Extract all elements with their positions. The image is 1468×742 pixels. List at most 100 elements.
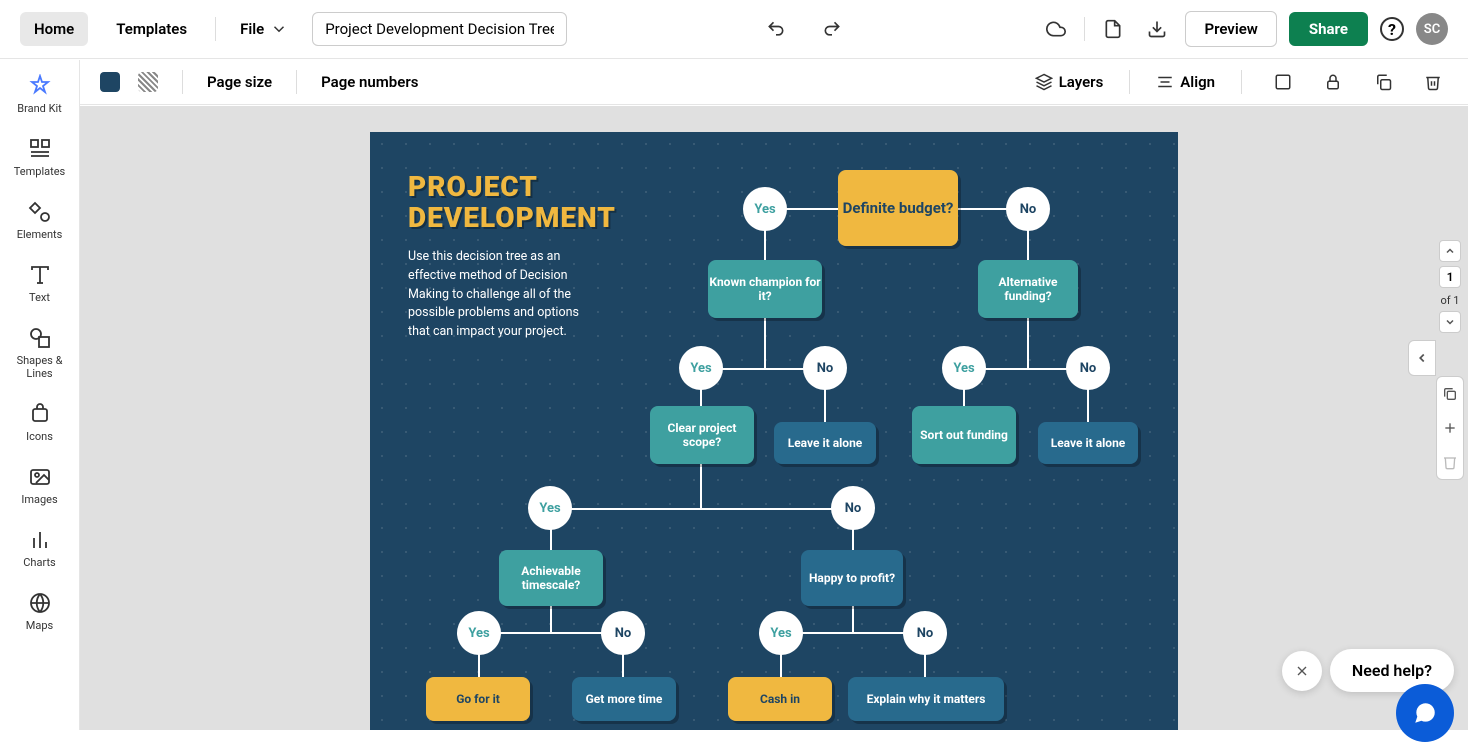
sidebar-item-images[interactable]: Images xyxy=(6,465,74,506)
chat-fab[interactable] xyxy=(1396,684,1454,742)
charts-icon xyxy=(28,528,52,552)
layers-label: Layers xyxy=(1059,73,1104,91)
circle-no[interactable]: No xyxy=(803,346,847,390)
preview-button[interactable]: Preview xyxy=(1185,11,1276,47)
help-close-button[interactable] xyxy=(1282,651,1322,691)
divider xyxy=(1129,70,1130,94)
page-prev-button[interactable] xyxy=(1439,240,1461,262)
node-achievable-timescale[interactable]: Achievable timescale? xyxy=(499,550,603,606)
circle-no[interactable]: No xyxy=(1066,346,1110,390)
document-title-input[interactable] xyxy=(312,12,567,46)
maps-icon xyxy=(28,591,52,615)
circle-yes[interactable]: Yes xyxy=(759,611,803,655)
circle-no[interactable]: No xyxy=(903,611,947,655)
divider xyxy=(1241,70,1242,94)
tab-home[interactable]: Home xyxy=(20,12,88,46)
sidebar-label: Maps xyxy=(26,619,53,632)
sidebar-item-shapes-lines[interactable]: Shapes & Lines xyxy=(6,326,74,380)
sidebar-item-icons[interactable]: Icons xyxy=(6,402,74,443)
node-alternative-funding[interactable]: Alternative funding? xyxy=(978,260,1078,318)
align-button[interactable]: Align xyxy=(1156,73,1215,91)
node-go-for-it[interactable]: Go for it xyxy=(426,677,530,721)
header-center xyxy=(579,13,1028,45)
connector xyxy=(852,602,854,633)
circle-no[interactable]: No xyxy=(831,486,875,530)
circle-yes[interactable]: Yes xyxy=(743,187,787,231)
circle-yes[interactable]: Yes xyxy=(528,486,572,530)
node-leave-alone-2[interactable]: Leave it alone xyxy=(1038,422,1138,464)
node-definite-budget[interactable]: Definite budget? xyxy=(838,170,958,246)
page-next-button[interactable] xyxy=(1439,311,1461,333)
canvas-page[interactable]: PROJECT DEVELOPMENT Use this decision tr… xyxy=(370,132,1178,730)
node-get-more-time[interactable]: Get more time xyxy=(572,677,676,721)
sidebar-label: Charts xyxy=(23,556,55,569)
sidebar-item-brand-kit[interactable]: Brand Kit xyxy=(6,74,74,115)
right-tools xyxy=(1436,376,1464,480)
document-icon[interactable] xyxy=(1097,13,1129,45)
sidebar-label: Templates xyxy=(14,165,65,178)
circle-yes[interactable]: Yes xyxy=(457,611,501,655)
divider xyxy=(182,70,183,94)
title-line2: DEVELOPMENT xyxy=(408,203,616,234)
help-button[interactable]: ? xyxy=(1380,17,1404,41)
canvas-area[interactable]: PROJECT DEVELOPMENT Use this decision tr… xyxy=(80,106,1468,730)
node-clear-scope[interactable]: Clear project scope? xyxy=(650,406,754,464)
page-numbers-button[interactable]: Page numbers xyxy=(321,73,418,91)
connector xyxy=(700,462,702,509)
sidebar-label: Images xyxy=(21,493,57,506)
divider xyxy=(296,70,297,94)
delete-button[interactable] xyxy=(1418,67,1448,97)
tree-description[interactable]: Use this decision tree as an effective m… xyxy=(408,248,593,342)
layers-button[interactable]: Layers xyxy=(1035,73,1104,91)
node-happy-profit[interactable]: Happy to profit? xyxy=(801,550,903,606)
header-right: Preview Share ? SC xyxy=(1040,11,1448,47)
text-icon xyxy=(28,263,52,287)
avatar[interactable]: SC xyxy=(1416,13,1448,45)
duplicate-page-button[interactable] xyxy=(1437,377,1463,411)
add-page-button[interactable] xyxy=(1437,411,1463,445)
file-label: File xyxy=(240,20,264,38)
delete-page-button[interactable] xyxy=(1437,445,1463,479)
sidebar-item-elements[interactable]: Elements xyxy=(6,200,74,241)
node-cash-in[interactable]: Cash in xyxy=(728,677,832,721)
sidebar-item-charts[interactable]: Charts xyxy=(6,528,74,569)
node-sort-funding[interactable]: Sort out funding xyxy=(912,406,1016,464)
duplicate-button[interactable] xyxy=(1368,67,1398,97)
chevron-down-icon xyxy=(270,20,288,38)
download-button[interactable] xyxy=(1141,13,1173,45)
tree-title[interactable]: PROJECT DEVELOPMENT xyxy=(408,172,616,234)
circle-yes[interactable]: Yes xyxy=(679,346,723,390)
circle-no[interactable]: No xyxy=(601,611,645,655)
share-button[interactable]: Share xyxy=(1289,12,1368,46)
undo-button[interactable] xyxy=(760,13,792,45)
file-menu[interactable]: File xyxy=(230,14,298,44)
images-icon xyxy=(28,465,52,489)
node-known-champion[interactable]: Known champion for it? xyxy=(708,260,822,318)
page-size-button[interactable]: Page size xyxy=(207,73,272,91)
node-explain-matters[interactable]: Explain why it matters xyxy=(848,677,1004,721)
node-leave-alone-1[interactable]: Leave it alone xyxy=(774,422,876,464)
tab-templates[interactable]: Templates xyxy=(102,12,201,46)
sidebar-item-maps[interactable]: Maps xyxy=(6,591,74,632)
elements-icon xyxy=(28,200,52,224)
layers-icon xyxy=(1035,73,1053,91)
pattern-swatch[interactable] xyxy=(138,72,158,92)
icons-icon xyxy=(28,402,52,426)
cloud-sync-icon[interactable] xyxy=(1040,13,1072,45)
circle-no[interactable]: No xyxy=(1006,187,1050,231)
lock-button[interactable] xyxy=(1318,67,1348,97)
sidebar-item-text[interactable]: Text xyxy=(6,263,74,304)
fill-color-swatch[interactable] xyxy=(100,72,120,92)
shapes-icon xyxy=(28,326,52,350)
top-header: Home Templates File Preview Share ? SC xyxy=(0,0,1468,59)
sidebar-label: Shapes & Lines xyxy=(6,354,74,380)
sidebar-item-templates[interactable]: Templates xyxy=(6,137,74,178)
brand-kit-icon xyxy=(28,74,52,98)
sidebar-label: Icons xyxy=(26,430,53,443)
connector xyxy=(764,317,766,369)
group-button[interactable] xyxy=(1268,67,1298,97)
expand-panel-button[interactable] xyxy=(1408,340,1436,376)
divider xyxy=(1084,17,1085,41)
circle-yes[interactable]: Yes xyxy=(942,346,986,390)
redo-button[interactable] xyxy=(816,13,848,45)
